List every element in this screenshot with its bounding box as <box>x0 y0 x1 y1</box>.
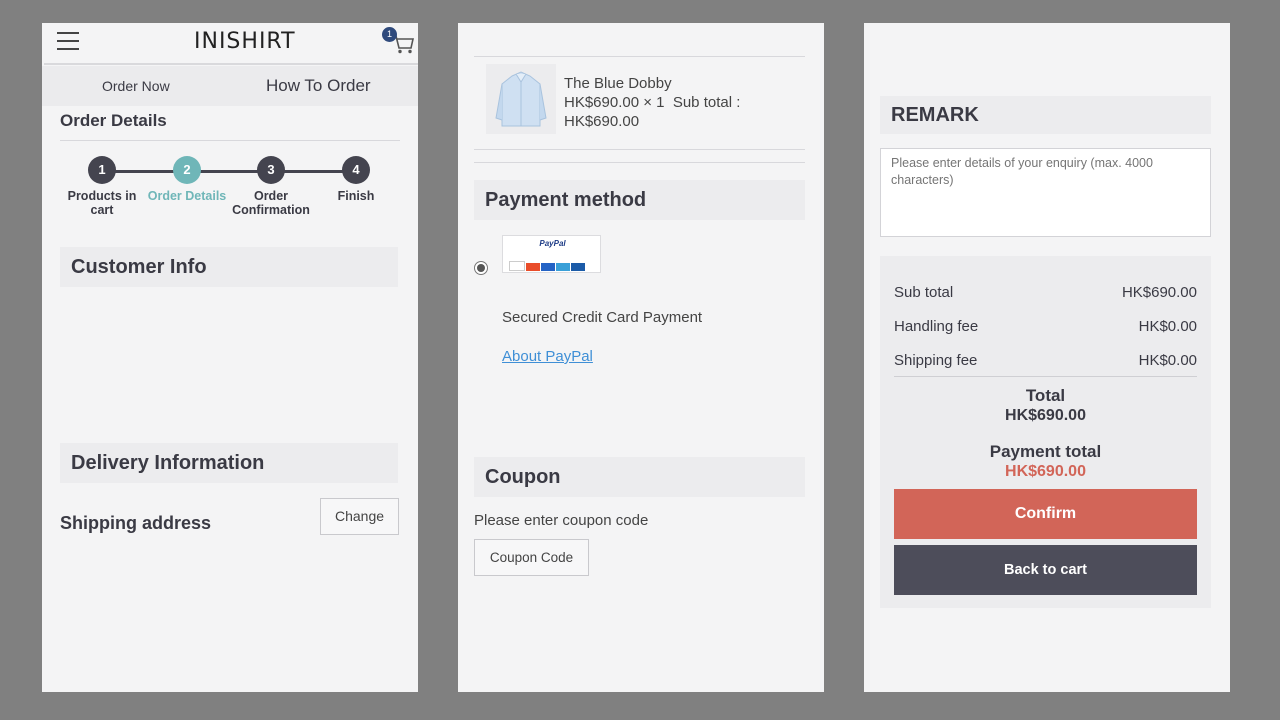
cart-icon[interactable]: 1 <box>382 27 416 55</box>
total-value: HK$690.00 <box>1005 407 1086 424</box>
payment-total-label: Payment total <box>989 442 1102 461</box>
coupon-title: Coupon <box>474 457 805 497</box>
product-name[interactable]: The Blue Dobby <box>564 74 672 93</box>
progress-line <box>102 170 356 173</box>
brand-logo[interactable]: INISHIRT <box>194 29 296 54</box>
remark-summary-screen: REMARK Sub total HK$690.00 Handling fee … <box>864 23 1230 692</box>
shipping-fee-label: Shipping fee <box>894 352 978 369</box>
payment-method-title: Payment method <box>474 180 805 220</box>
paypal-radio[interactable] <box>474 261 488 275</box>
sub-total-label: Sub total <box>894 284 954 301</box>
delivery-info-title: Delivery Information <box>60 443 398 483</box>
handling-fee-label: Handling fee <box>894 318 979 335</box>
order-details-title: Order Details <box>60 111 167 130</box>
step-2-label: Order Details <box>147 189 227 203</box>
about-paypal-link[interactable]: About PayPal <box>502 348 593 365</box>
how-to-order-link[interactable]: How To Order <box>266 76 371 96</box>
secured-payment-text: Secured Credit Card Payment <box>502 309 703 326</box>
divider <box>474 149 805 150</box>
sub-navigation: Order Now How To Order <box>42 66 418 106</box>
paypal-logo: PayPal <box>539 239 566 248</box>
shipping-address-label: Shipping address <box>60 513 212 533</box>
order-details-screen: INISHIRT 1 Order Now How To Order Order … <box>42 23 418 692</box>
hamburger-menu-icon[interactable] <box>57 32 79 50</box>
divider <box>894 376 1197 377</box>
product-subtotal: HK$690.00 <box>564 113 640 130</box>
total-label: Total <box>1025 386 1066 405</box>
remark-title: REMARK <box>880 96 1211 134</box>
step-1-label: Products in cart <box>67 189 137 217</box>
shirt-icon <box>495 71 547 127</box>
step-1-circle: 1 <box>88 156 116 184</box>
paypal-option-card[interactable]: PayPal <box>502 235 601 273</box>
divider <box>474 56 805 57</box>
card-brands-icon <box>509 258 597 271</box>
cart-count-badge: 1 <box>382 27 397 42</box>
product-thumbnail[interactable] <box>486 64 556 134</box>
divider <box>60 140 400 141</box>
remark-textarea[interactable] <box>880 148 1211 237</box>
step-4-label: Finish <box>337 189 375 203</box>
payment-total-value: HK$690.00 <box>1005 463 1086 480</box>
payment-screen: The Blue Dobby HK$690.00 × 1 Sub total :… <box>458 23 824 692</box>
sub-total-value: HK$690.00 <box>1121 284 1197 301</box>
customer-info-title: Customer Info <box>60 247 398 287</box>
order-now-link[interactable]: Order Now <box>102 78 170 94</box>
product-price-line: HK$690.00 × 1 Sub total : <box>564 94 741 111</box>
app-header: INISHIRT 1 <box>44 23 418 65</box>
step-2-circle: 2 <box>173 156 201 184</box>
back-to-cart-button[interactable]: Back to cart <box>894 545 1197 595</box>
step-3-circle: 3 <box>257 156 285 184</box>
confirm-button[interactable]: Confirm <box>894 489 1197 539</box>
coupon-code-button[interactable]: Coupon Code <box>474 539 589 576</box>
step-4-circle: 4 <box>342 156 370 184</box>
change-address-button[interactable]: Change <box>320 498 399 535</box>
coupon-prompt: Please enter coupon code <box>474 512 649 529</box>
shipping-fee-value: HK$0.00 <box>1138 352 1197 369</box>
step-3-label: Order Confirmation <box>232 189 310 217</box>
handling-fee-value: HK$0.00 <box>1138 318 1197 335</box>
divider <box>474 162 805 163</box>
